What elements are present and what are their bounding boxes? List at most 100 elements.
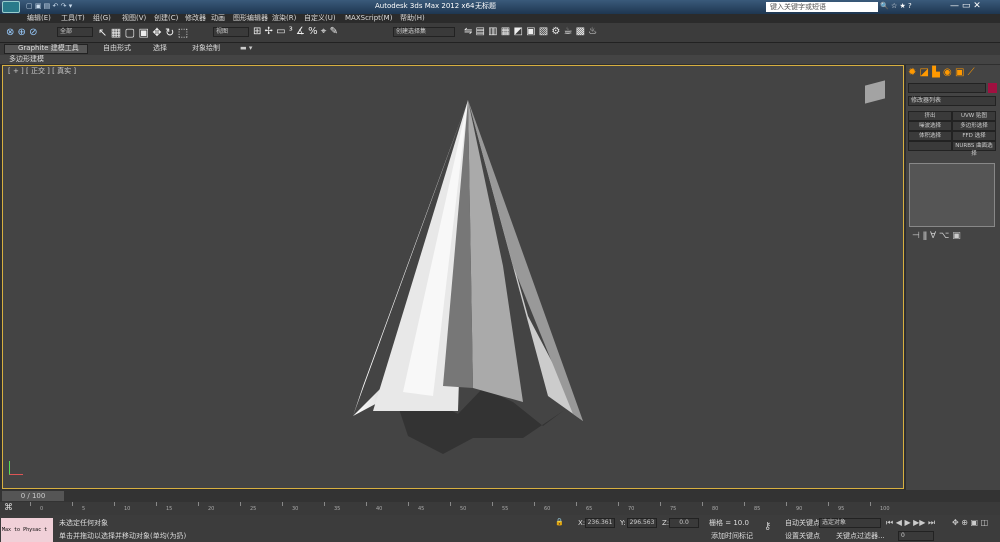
modifier-list-dropdown[interactable]: 修改器列表 (908, 96, 996, 106)
modifier-set-button[interactable] (908, 141, 952, 151)
lock-icon[interactable]: 🔒 (555, 519, 564, 526)
menu-item[interactable]: 编辑(E) (27, 15, 51, 22)
selection-filter-dropdown[interactable]: 全部 (57, 27, 93, 37)
menu-item[interactable]: 图形编辑器 (233, 15, 268, 22)
title-bar: ▢ ▣ ▤ ↶ ↷ ▾ Autodesk 3ds Max 2012 x64 无标… (0, 0, 1000, 14)
modifier-set-button[interactable]: UVW 贴图 (952, 111, 996, 121)
tick-label: 55 (502, 506, 509, 512)
object-name-field[interactable] (908, 83, 986, 93)
tick-label: 5 (82, 506, 86, 512)
tick-mark (156, 502, 157, 506)
modifier-set-button[interactable]: FFD 选择 (952, 131, 996, 141)
tick-mark (492, 502, 493, 506)
tick-label: 20 (208, 506, 215, 512)
modifier-stack[interactable] (909, 163, 995, 227)
maxscript-listener[interactable]: Max to Physac t (1, 518, 53, 542)
command-panel: ✹ ◪ ▙ ◉ ▣ ⟋ 修改器列表 挤出 UVW 贴图 噪波选择 多边形选择 体积选择 F… (906, 65, 1000, 490)
doc-name: 无标题 (475, 2, 496, 10)
object-color-swatch[interactable] (988, 83, 997, 93)
menu-item[interactable]: 组(G) (93, 15, 111, 22)
menu-bar: 编辑(E) 工具(T) 组(G) 视图(V) 创建(C) 修改器 动画 图形编辑器 渲染(R) 自… (0, 14, 1000, 23)
named-selection-dropdown[interactable]: 创建选择集 (393, 27, 455, 37)
app-logo[interactable] (2, 1, 20, 13)
stack-tools[interactable]: ⊣ ǁ ∀ ⌥ ▣ (912, 232, 961, 241)
axis-gizmo (9, 461, 23, 475)
prompt-line: 单击并拖动以选择并移动对象(单均(为扔) (59, 532, 187, 540)
menu-item[interactable]: 修改器 (185, 15, 206, 22)
selection-status: 未选定任何对象 (59, 519, 108, 527)
tick-label: 80 (712, 506, 719, 512)
current-frame-field[interactable]: 0 (898, 531, 934, 541)
link-icons[interactable]: ⊗ ⊕ ⊘ (6, 28, 38, 38)
set-key-label[interactable]: 设置关键点 (785, 533, 820, 540)
tick-label: 35 (334, 506, 341, 512)
pivot-snap-tools[interactable]: ⊞ ✢ ▭ ³ ∡ % ⌖ ✎ (253, 27, 338, 37)
key-mode-dropdown[interactable]: 选定对象 (819, 518, 881, 528)
menu-item[interactable]: 帮助(H) (400, 15, 425, 22)
menu-item[interactable]: 工具(T) (61, 15, 85, 22)
auto-key-label[interactable]: 自动关键点 (785, 520, 820, 527)
tick-label: 85 (754, 506, 761, 512)
playback-controls[interactable]: ⏮ ◀ ▶ ▶▶ ⏭ (886, 519, 935, 527)
z-coord-field[interactable]: 0.0 (669, 518, 699, 528)
tick-label: 60 (544, 506, 551, 512)
menu-item[interactable]: 视图(V) (122, 15, 146, 22)
modifier-set-button[interactable]: 体积选择 (908, 131, 952, 141)
y-coord-field[interactable]: 296.563 (627, 518, 657, 528)
key-icon[interactable]: ⚷ (764, 522, 771, 532)
tick-label: 15 (166, 506, 173, 512)
y-coord-label: Y: (620, 519, 626, 527)
key-filters-button[interactable]: 关键点过滤器... (836, 533, 885, 540)
mini-curve-icon[interactable]: ⌘ (4, 504, 13, 513)
ribbon-tab[interactable]: 对象绘制 (192, 45, 220, 52)
tick-label: 45 (418, 506, 425, 512)
viewport-nav-icons[interactable]: ✥ ⊕ ▣ ◫ (952, 519, 988, 527)
tick-label: 90 (796, 506, 803, 512)
modifier-set-button[interactable]: 多边形选择 (952, 121, 996, 131)
ribbon-tab[interactable]: Graphite 建模工具 (18, 45, 79, 52)
menu-item[interactable]: 创建(C) (154, 15, 178, 22)
tick-mark (576, 502, 577, 506)
search-input[interactable]: 键入关键字或短语 (766, 2, 878, 12)
tick-mark (450, 502, 451, 506)
tick-label: 50 (460, 506, 467, 512)
tick-mark (534, 502, 535, 506)
menu-item[interactable]: MAXScript(M) (345, 15, 392, 22)
add-time-tag[interactable]: 添加时间标记 (711, 533, 753, 540)
menu-item[interactable]: 自定义(U) (304, 15, 336, 22)
tick-mark (366, 502, 367, 506)
ribbon-menu-icon[interactable]: ▬ ▾ (240, 45, 252, 52)
render-tools[interactable]: ⇋ ▤ ▥ ▦ ◩ ▣ ▧ ⚙ ☕ ▩ ♨ (464, 27, 597, 37)
ribbon-tab[interactable]: 选择 (153, 45, 167, 52)
quick-access-icons[interactable]: ▢ ▣ ▤ ↶ ↷ ▾ (26, 3, 72, 10)
modifier-set-button[interactable]: 挤出 (908, 111, 952, 121)
tick-mark (870, 502, 871, 506)
track-bar[interactable]: ⌘ 0 5 10 15 20 25 30 35 40 45 50 55 60 65 70 75 80 85 90 95… (0, 502, 1000, 515)
tick-label: 30 (292, 506, 299, 512)
select-tools[interactable]: ↖ ▦ ▢ ▣ ✥ ↻ ⬚ (98, 27, 188, 38)
ribbon-sub: 多边形建模 (0, 55, 1000, 64)
tick-mark (660, 502, 661, 506)
reference-coord-dropdown[interactable]: 视图 (213, 27, 249, 37)
ribbon-subtitle: 多边形建模 (9, 55, 44, 63)
window-controls[interactable]: — ▭ ✕ (950, 2, 981, 11)
tick-mark (324, 502, 325, 506)
modifier-set-button[interactable]: 噪波选择 (908, 121, 952, 131)
panel-tab-icons[interactable]: ✹ ◪ ▙ ◉ ▣ ⟋ (908, 68, 975, 78)
x-coord-field[interactable]: 236.361 (585, 518, 615, 528)
modifier-set-button[interactable]: NURBS 曲面选择 (952, 141, 996, 157)
help-icons[interactable]: 🔍 ☆ ★ ? (880, 3, 912, 10)
tick-label: 0 (40, 506, 44, 512)
tick-label: 100 (880, 506, 890, 512)
tick-label: 40 (376, 506, 383, 512)
tick-mark (198, 502, 199, 506)
cone-object[interactable] (3, 66, 905, 490)
ribbon-tab[interactable]: 自由形式 (103, 45, 131, 52)
menu-item[interactable]: 渲染(R) (272, 15, 296, 22)
menu-item[interactable]: 动画 (211, 15, 225, 22)
tick-mark (786, 502, 787, 506)
time-slider[interactable]: 0 / 100 (2, 491, 64, 501)
tick-mark (282, 502, 283, 506)
perspective-viewport[interactable]: [ + ] [ 正交 ] [ 真实 ] (2, 65, 904, 489)
graphite-ribbon: ▬ ▾ Graphite 建模工具 自由形式 选择 对象绘制 (0, 43, 1000, 55)
